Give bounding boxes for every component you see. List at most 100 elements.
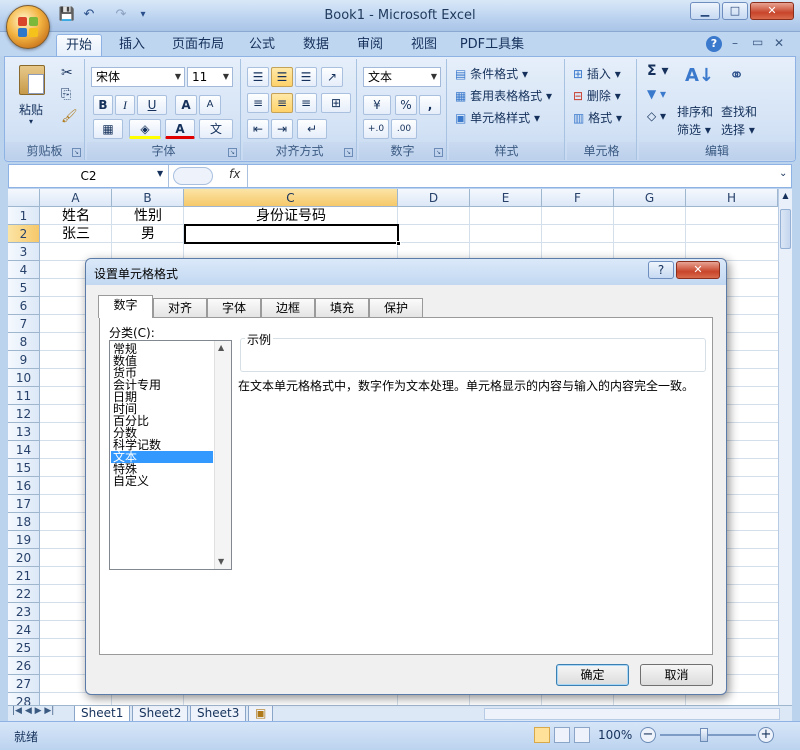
font-color-button[interactable]: A bbox=[165, 119, 195, 139]
phonetic-button[interactable]: 文 bbox=[199, 119, 233, 139]
dialog-tab-font[interactable]: 字体 bbox=[207, 298, 261, 317]
align-right-button[interactable]: ≡ bbox=[295, 93, 317, 113]
page-break-view-icon[interactable] bbox=[574, 727, 590, 743]
sheet-tab-3[interactable]: Sheet3 bbox=[190, 706, 247, 722]
orientation-button[interactable]: ↗ bbox=[321, 67, 343, 87]
insert-function-icon[interactable]: fx bbox=[229, 167, 240, 181]
italic-button[interactable]: I bbox=[115, 95, 135, 115]
scroll-up-icon[interactable]: ▲ bbox=[218, 343, 224, 352]
bold-button[interactable]: B bbox=[93, 95, 113, 115]
column-header[interactable]: B bbox=[112, 189, 184, 207]
alignment-dialog-launcher[interactable]: ↘ bbox=[344, 148, 353, 157]
tab-home[interactable]: 开始 bbox=[56, 34, 102, 57]
dialog-close-button[interactable]: ✕ bbox=[676, 261, 720, 279]
dialog-help-button[interactable]: ? bbox=[648, 261, 674, 279]
maximize-button[interactable]: □ bbox=[722, 2, 748, 20]
clipboard-dialog-launcher[interactable]: ↘ bbox=[72, 148, 81, 157]
dialog-tab-border[interactable]: 边框 bbox=[261, 298, 315, 317]
cell-styles-button[interactable]: ▣ 单元格样式 ▾ bbox=[455, 109, 540, 126]
row-header[interactable]: 8 bbox=[8, 333, 40, 351]
format-as-table-button[interactable]: ▦ 套用表格格式 ▾ bbox=[455, 87, 552, 104]
category-list[interactable]: 常规 数值 货币 会计专用 日期 时间 百分比 分数 科学记数 文本 特殊 自定义 ▲ ▼ bbox=[109, 340, 232, 570]
increase-indent-button[interactable]: ⇥ bbox=[271, 119, 293, 139]
minimize-button[interactable]: ▁ bbox=[690, 2, 720, 20]
tab-formulas[interactable]: 公式 bbox=[242, 34, 282, 56]
zoom-slider-track[interactable] bbox=[660, 734, 756, 736]
align-left-button[interactable]: ≡ bbox=[247, 93, 269, 113]
row-header[interactable]: 20 bbox=[8, 549, 40, 567]
row-header[interactable]: 17 bbox=[8, 495, 40, 513]
workbook-close-button[interactable]: ✕ bbox=[774, 36, 784, 50]
row-header[interactable]: 7 bbox=[8, 315, 40, 333]
cell-a1[interactable]: 姓名 bbox=[40, 207, 112, 225]
page-layout-view-icon[interactable] bbox=[554, 727, 570, 743]
row-header[interactable]: 22 bbox=[8, 585, 40, 603]
tab-page-layout[interactable]: 页面布局 bbox=[166, 34, 230, 56]
align-center-button[interactable]: ≡ bbox=[271, 93, 293, 113]
accounting-format-button[interactable]: ¥ bbox=[363, 95, 391, 115]
sheet-tab-1[interactable]: Sheet1 bbox=[74, 706, 131, 722]
dialog-tab-fill[interactable]: 填充 bbox=[315, 298, 369, 317]
copy-icon[interactable]: ⎘ bbox=[61, 87, 71, 102]
dialog-tab-alignment[interactable]: 对齐 bbox=[153, 298, 207, 317]
zoom-in-button[interactable]: + bbox=[758, 727, 774, 743]
scroll-up-icon[interactable]: ▲ bbox=[780, 191, 791, 205]
increase-decimal-button[interactable]: +.0 bbox=[363, 119, 389, 139]
row-header[interactable]: 26 bbox=[8, 657, 40, 675]
underline-button[interactable]: U bbox=[137, 95, 167, 115]
column-header[interactable]: G bbox=[614, 189, 686, 207]
workbook-minimize-button[interactable]: – bbox=[732, 36, 738, 50]
name-box[interactable]: C2 bbox=[9, 165, 169, 187]
row-header[interactable]: 19 bbox=[8, 531, 40, 549]
active-cell-c2[interactable] bbox=[184, 224, 399, 244]
row-header[interactable]: 11 bbox=[8, 387, 40, 405]
format-painter-icon[interactable]: 🖌 bbox=[61, 109, 78, 124]
format-cells-button[interactable]: ▥ 格式 ▾ bbox=[573, 109, 622, 126]
scroll-thumb[interactable] bbox=[780, 209, 791, 249]
tab-view[interactable]: 视图 bbox=[404, 34, 444, 56]
row-header[interactable]: 14 bbox=[8, 441, 40, 459]
align-bottom-button[interactable]: ☰ bbox=[295, 67, 317, 87]
formula-bar-handle[interactable] bbox=[173, 167, 213, 185]
row-header[interactable]: 3 bbox=[8, 243, 40, 261]
row-header[interactable]: 25 bbox=[8, 639, 40, 657]
row-header[interactable]: 6 bbox=[8, 297, 40, 315]
delete-cells-button[interactable]: ⊟ 删除 ▾ bbox=[573, 87, 621, 104]
row-header[interactable]: 23 bbox=[8, 603, 40, 621]
shrink-font-button[interactable]: A bbox=[199, 95, 221, 115]
row-header[interactable]: 28 bbox=[8, 693, 40, 705]
office-button[interactable] bbox=[6, 5, 50, 49]
row-header[interactable]: 16 bbox=[8, 477, 40, 495]
row-header[interactable]: 9 bbox=[8, 351, 40, 369]
zoom-level[interactable]: 100% bbox=[598, 728, 632, 742]
decrease-indent-button[interactable]: ⇤ bbox=[247, 119, 269, 139]
row-header[interactable]: 21 bbox=[8, 567, 40, 585]
row-header[interactable]: 13 bbox=[8, 423, 40, 441]
column-header[interactable]: C bbox=[184, 189, 398, 207]
tab-review[interactable]: 审阅 bbox=[350, 34, 390, 56]
zoom-slider-thumb[interactable] bbox=[700, 728, 708, 742]
vertical-scrollbar[interactable]: ▲ bbox=[778, 189, 792, 705]
font-name-combo[interactable]: 宋体 ▼ bbox=[91, 67, 185, 87]
expand-formula-bar-icon[interactable]: ⌄ bbox=[779, 168, 787, 179]
autosum-button[interactable]: Σ ▾ bbox=[647, 63, 668, 79]
row-header[interactable]: 27 bbox=[8, 675, 40, 693]
wrap-text-button[interactable]: ↵ bbox=[297, 119, 327, 139]
workbook-restore-button[interactable]: ▭ bbox=[752, 35, 763, 49]
cell-b2[interactable]: 男 bbox=[112, 225, 184, 243]
clear-button[interactable]: ◇ ▾ bbox=[647, 109, 666, 123]
dialog-tab-number[interactable]: 数字 bbox=[98, 295, 153, 318]
comma-button[interactable]: , bbox=[419, 95, 441, 115]
category-item[interactable]: 自定义 bbox=[111, 475, 213, 487]
cut-icon[interactable]: ✂ bbox=[61, 65, 73, 81]
category-list-scrollbar[interactable]: ▲ ▼ bbox=[214, 341, 231, 569]
row-header[interactable]: 5 bbox=[8, 279, 40, 297]
font-dialog-launcher[interactable]: ↘ bbox=[228, 148, 237, 157]
column-header[interactable]: H bbox=[686, 189, 778, 207]
select-all-button[interactable] bbox=[8, 189, 40, 207]
column-header[interactable]: F bbox=[542, 189, 614, 207]
row-header[interactable]: 24 bbox=[8, 621, 40, 639]
fill-color-button[interactable]: ◈ bbox=[129, 119, 161, 139]
insert-sheet-button[interactable]: ▣ bbox=[248, 706, 274, 722]
percent-button[interactable]: % bbox=[395, 95, 417, 115]
